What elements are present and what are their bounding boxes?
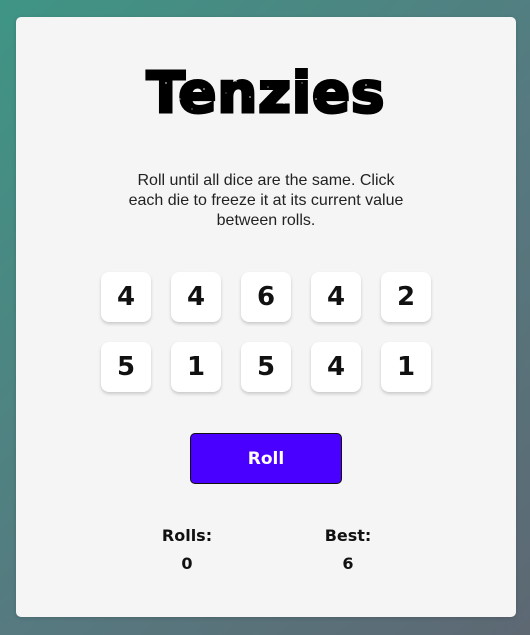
game-title: Tenzies	[145, 60, 386, 128]
dice-grid: 4 4 6 4 2 5 1 5 4 1	[101, 272, 431, 392]
die-7[interactable]: 1	[171, 342, 221, 392]
rolls-count: 0	[181, 554, 193, 573]
die-1[interactable]: 4	[101, 272, 151, 322]
die-10[interactable]: 1	[381, 342, 431, 392]
die-8[interactable]: 5	[241, 342, 291, 392]
rolls-stat: Rolls: 0	[127, 525, 247, 576]
die-2[interactable]: 4	[171, 272, 221, 322]
best-stat: Best: 6	[288, 525, 408, 576]
rolls-label: Rolls:	[161, 526, 213, 545]
die-6[interactable]: 5	[101, 342, 151, 392]
roll-button[interactable]: Roll	[190, 433, 342, 484]
best-label: Best:	[324, 526, 372, 545]
game-card: Tenzies Roll until all dice are the same…	[16, 17, 516, 617]
die-9[interactable]: 4	[311, 342, 361, 392]
die-4[interactable]: 4	[311, 272, 361, 322]
best-count: 6	[342, 554, 354, 573]
die-3[interactable]: 6	[241, 272, 291, 322]
instructions-text: Roll until all dice are the same. Click …	[128, 172, 404, 229]
die-5[interactable]: 2	[381, 272, 431, 322]
